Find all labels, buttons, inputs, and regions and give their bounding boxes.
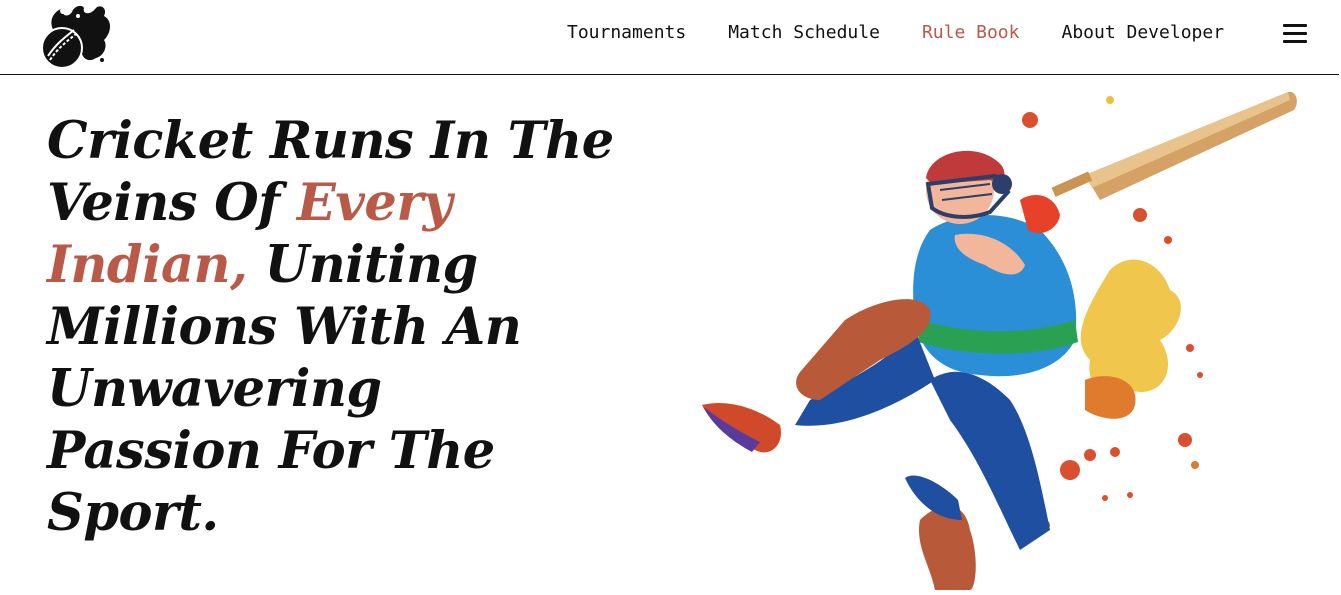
nav-tournaments[interactable]: Tournaments — [567, 22, 686, 43]
hero-heading: Cricket Runs In The Veins Of Every India… — [47, 110, 687, 544]
main-nav: Tournaments Match Schedule Rule Book Abo… — [567, 22, 1224, 43]
hero-line-3: Indian, Uniting — [47, 234, 687, 296]
hero-line-4: Millions With An — [47, 297, 522, 357]
nav-about-developer[interactable]: About Developer — [1061, 22, 1224, 43]
hero-line-2: Veins Of Every — [47, 172, 687, 234]
cricket-batsman-illustration — [690, 80, 1310, 590]
hero-accent-every: Every — [296, 173, 452, 233]
hero-line-5: Unwavering — [47, 359, 382, 419]
hero-line-2-text: Veins Of — [47, 173, 297, 233]
hero-accent-indian: Indian, — [47, 235, 248, 295]
hero-line-1: Cricket Runs In The — [47, 111, 614, 171]
hero-line-6: Passion For The — [47, 421, 495, 481]
nav-match-schedule[interactable]: Match Schedule — [728, 22, 880, 43]
navbar: Tournaments Match Schedule Rule Book Abo… — [0, 0, 1339, 75]
cricket-bat — [1051, 91, 1297, 200]
logo-icon[interactable] — [38, 2, 114, 72]
hamburger-menu-icon[interactable] — [1283, 23, 1307, 45]
hero-line-7: Sport. — [47, 483, 219, 543]
nav-rule-book[interactable]: Rule Book — [922, 22, 1020, 43]
hero-line-3-text: Uniting — [247, 235, 479, 295]
